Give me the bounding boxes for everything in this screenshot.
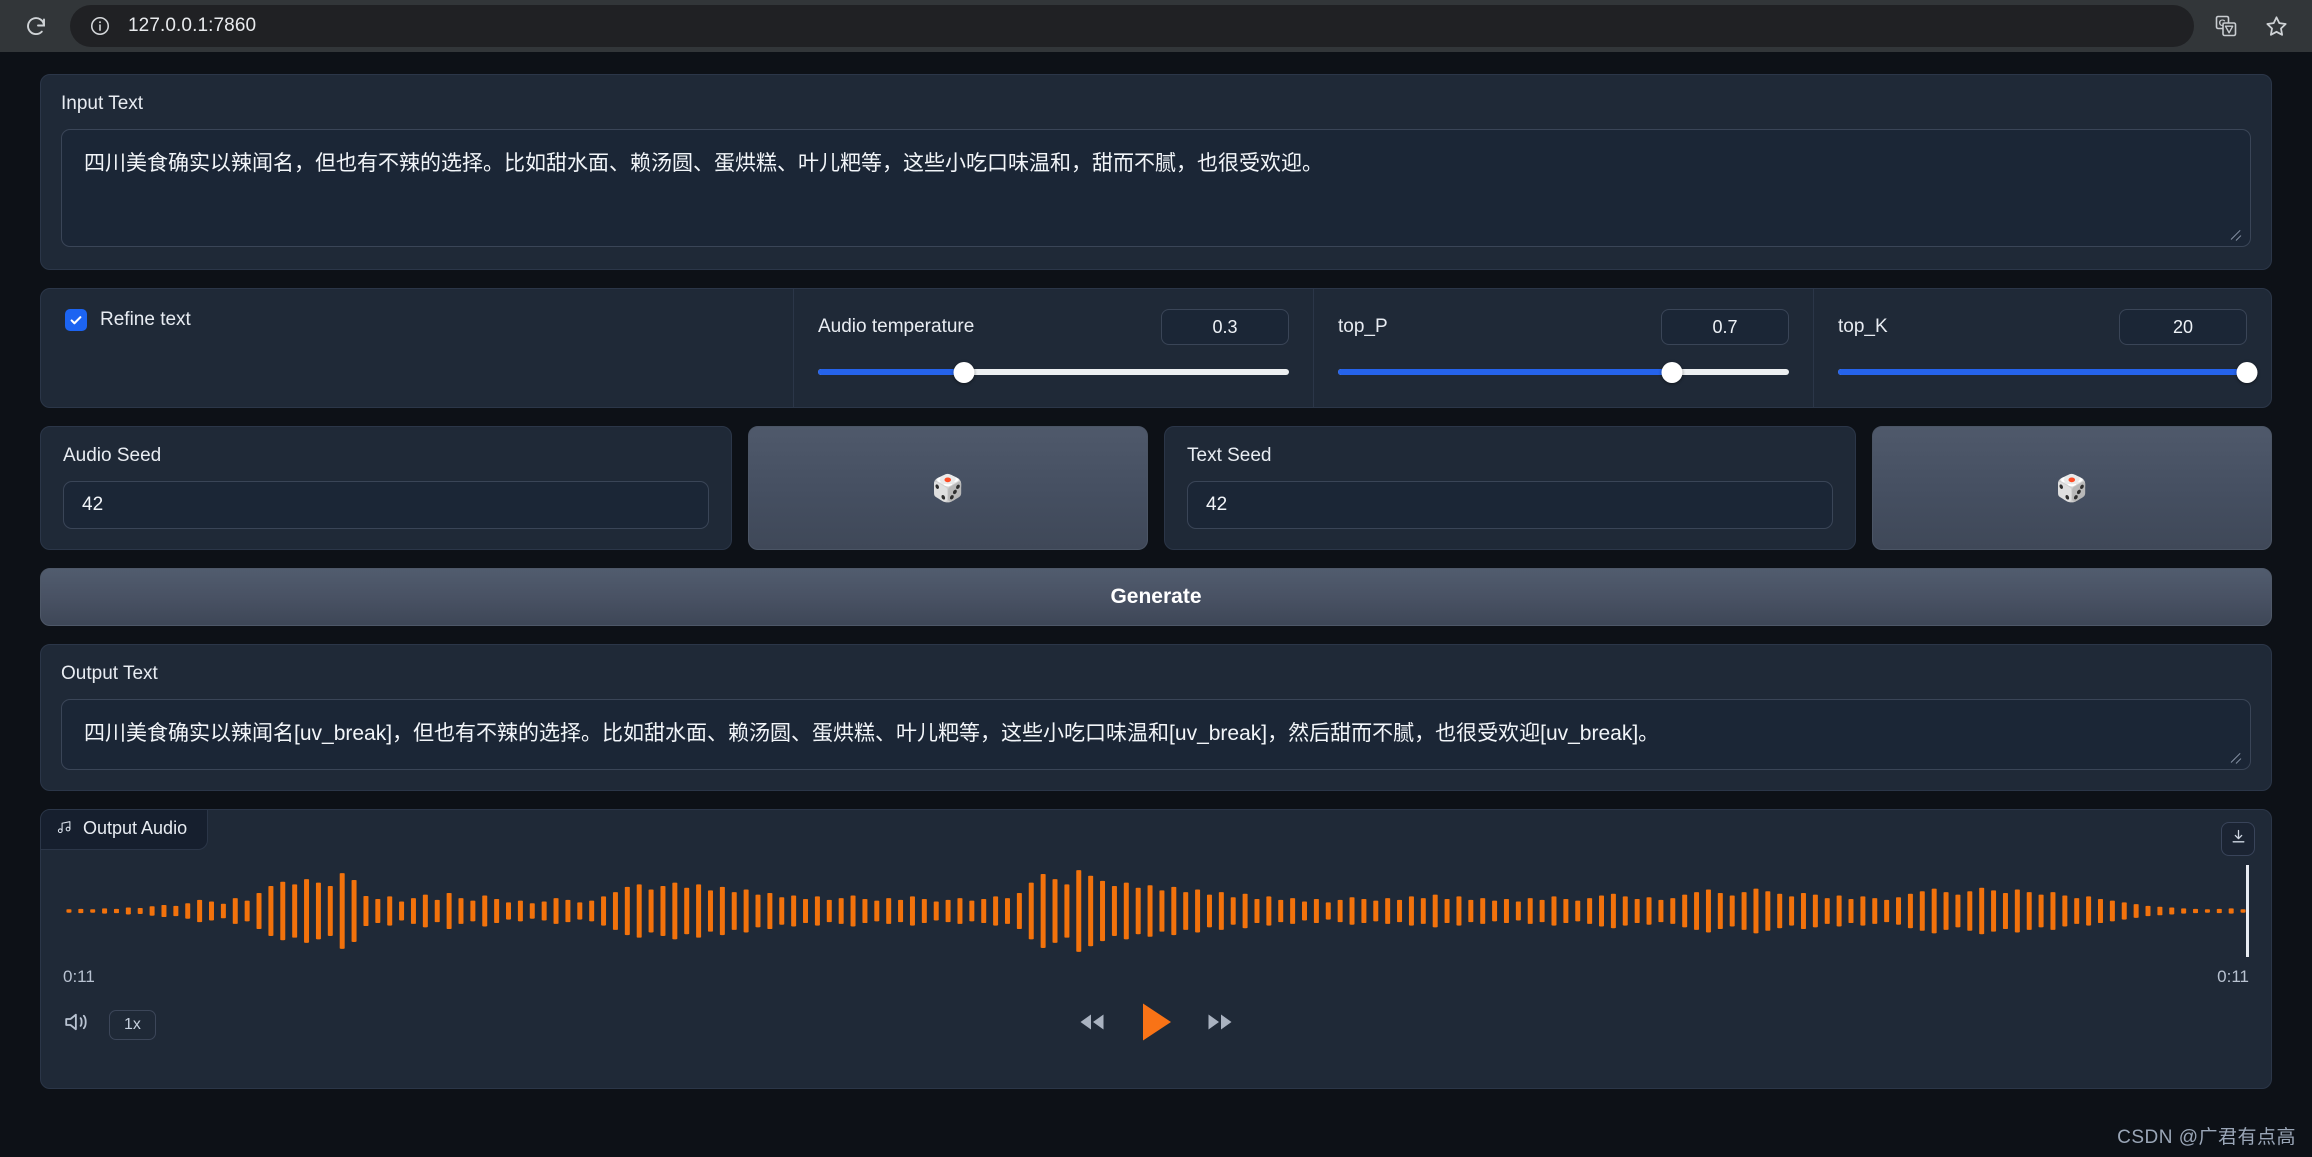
output-textarea[interactable]: 四川美食确实以辣闻名[uv_break]，但也有不辣的选择。比如甜水面、赖汤圆、… bbox=[61, 699, 2251, 770]
slider-fill bbox=[818, 369, 964, 375]
url-text: 127.0.0.1:7860 bbox=[128, 15, 257, 36]
top-k-cell: top_K 20 bbox=[1813, 289, 2271, 407]
refine-text-label: Refine text bbox=[100, 309, 191, 330]
playback-speed-button[interactable]: 1x bbox=[109, 1009, 156, 1040]
dice-icon: 🎲 bbox=[931, 472, 965, 503]
audio-transport: 1x bbox=[41, 987, 2271, 1063]
audio-waveform[interactable] bbox=[63, 864, 2249, 957]
playback-controls bbox=[41, 1000, 2271, 1049]
output-audio-panel: Output Audio 0:11 0:11 1x bbox=[40, 808, 2272, 1089]
fast-forward-icon[interactable] bbox=[1202, 1007, 1238, 1042]
audio-left-tools: 1x bbox=[63, 1009, 156, 1040]
text-seed-input[interactable]: 42 bbox=[1187, 481, 1833, 529]
seed-row: Audio Seed 42 🎲 Text Seed 42 🎲 bbox=[40, 426, 2272, 550]
top-k-slider[interactable] bbox=[1838, 361, 2258, 383]
audio-seed-input[interactable]: 42 bbox=[63, 481, 709, 529]
address-bar[interactable]: 127.0.0.1:7860 bbox=[70, 5, 2194, 47]
generate-button[interactable]: Generate bbox=[40, 568, 2272, 626]
rewind-icon[interactable] bbox=[1074, 1007, 1110, 1042]
text-seed-label: Text Seed bbox=[1187, 445, 1272, 466]
watermark: CSDN @广君有点高 bbox=[2117, 1127, 2296, 1148]
playhead-cursor[interactable] bbox=[2246, 864, 2249, 957]
text-seed-panel: Text Seed 42 bbox=[1164, 426, 1856, 550]
input-text-label: Input Text bbox=[61, 93, 144, 114]
audio-seed-label: Audio Seed bbox=[63, 445, 162, 466]
reload-icon bbox=[24, 14, 48, 38]
current-time: 0:11 bbox=[63, 966, 95, 986]
slider-fill bbox=[1338, 369, 1672, 375]
input-textarea-value: 四川美食确实以辣闻名，但也有不辣的选择。比如甜水面、赖汤圆、蛋烘糕、叶儿粑等，这… bbox=[84, 152, 1323, 175]
volume-icon[interactable] bbox=[63, 1009, 93, 1040]
slider-fill bbox=[1838, 369, 2247, 375]
top-k-value[interactable]: 20 bbox=[2119, 309, 2247, 345]
output-text-block: Output Text 四川美食确实以辣闻名[uv_break]，但也有不辣的选… bbox=[40, 644, 2272, 791]
audio-temperature-label: Audio temperature bbox=[818, 316, 975, 337]
top-p-value[interactable]: 0.7 bbox=[1661, 309, 1789, 345]
slider-thumb[interactable] bbox=[2236, 361, 2258, 383]
input-textarea[interactable]: 四川美食确实以辣闻名，但也有不辣的选择。比如甜水面、赖汤圆、蛋烘糕、叶儿粑等，这… bbox=[61, 129, 2251, 247]
site-info-icon[interactable] bbox=[86, 12, 114, 40]
output-audio-tab[interactable]: Output Audio bbox=[41, 809, 209, 850]
audio-temperature-value[interactable]: 0.3 bbox=[1161, 309, 1289, 345]
play-icon[interactable] bbox=[1136, 1000, 1176, 1049]
resize-grip-icon[interactable] bbox=[2230, 228, 2244, 242]
top-k-label: top_K bbox=[1838, 316, 1888, 337]
refine-text-checkbox[interactable]: Refine text bbox=[65, 309, 191, 331]
browser-toolbar: 127.0.0.1:7860 G bbox=[0, 0, 2312, 52]
translate-button[interactable]: G bbox=[2204, 4, 2248, 48]
input-text-block: Input Text 四川美食确实以辣闻名，但也有不辣的选择。比如甜水面、赖汤圆… bbox=[40, 74, 2272, 270]
audio-temperature-slider[interactable] bbox=[818, 361, 1289, 383]
top-p-slider[interactable] bbox=[1338, 361, 1789, 383]
slider-thumb[interactable] bbox=[1661, 361, 1683, 383]
waveform-svg bbox=[66, 869, 2246, 952]
generate-button-label: Generate bbox=[1110, 585, 1202, 608]
output-text-label: Output Text bbox=[61, 663, 158, 684]
audio-seed-panel: Audio Seed 42 bbox=[40, 426, 732, 550]
download-icon bbox=[2230, 828, 2247, 850]
top-p-cell: top_P 0.7 bbox=[1313, 289, 1813, 407]
audio-temperature-cell: Audio temperature 0.3 bbox=[793, 289, 1313, 407]
audio-seed-randomize-button[interactable]: 🎲 bbox=[748, 426, 1148, 550]
download-audio-button[interactable] bbox=[2221, 821, 2255, 856]
bookmark-button[interactable] bbox=[2254, 4, 2298, 48]
audio-time-row: 0:11 0:11 bbox=[41, 957, 2271, 987]
top-p-label: top_P bbox=[1338, 316, 1388, 337]
resize-grip-icon[interactable] bbox=[2230, 751, 2244, 765]
total-time: 0:11 bbox=[2217, 966, 2249, 986]
output-audio-tab-label: Output Audio bbox=[83, 818, 188, 839]
gradio-app: Input Text 四川美食确实以辣闻名，但也有不辣的选择。比如甜水面、赖汤圆… bbox=[0, 52, 2312, 1157]
refine-text-cell: Refine text bbox=[41, 289, 793, 407]
translate-icon: G bbox=[2214, 14, 2238, 38]
audio-seed-value: 42 bbox=[82, 494, 104, 515]
checkbox-checked-icon bbox=[65, 309, 87, 331]
slider-thumb[interactable] bbox=[953, 361, 975, 383]
controls-row: Refine text Audio temperature 0.3 top_P … bbox=[40, 288, 2272, 408]
output-textarea-value: 四川美食确实以辣闻名[uv_break]，但也有不辣的选择。比如甜水面、赖汤圆、… bbox=[84, 722, 1660, 745]
text-seed-value: 42 bbox=[1206, 494, 1228, 515]
text-seed-randomize-button[interactable]: 🎲 bbox=[1872, 426, 2272, 550]
dice-icon: 🎲 bbox=[2055, 472, 2089, 503]
music-note-icon bbox=[56, 818, 73, 840]
reload-button[interactable] bbox=[14, 4, 58, 48]
browser-actions: G bbox=[2204, 4, 2298, 48]
bookmark-star-icon bbox=[2264, 14, 2289, 39]
